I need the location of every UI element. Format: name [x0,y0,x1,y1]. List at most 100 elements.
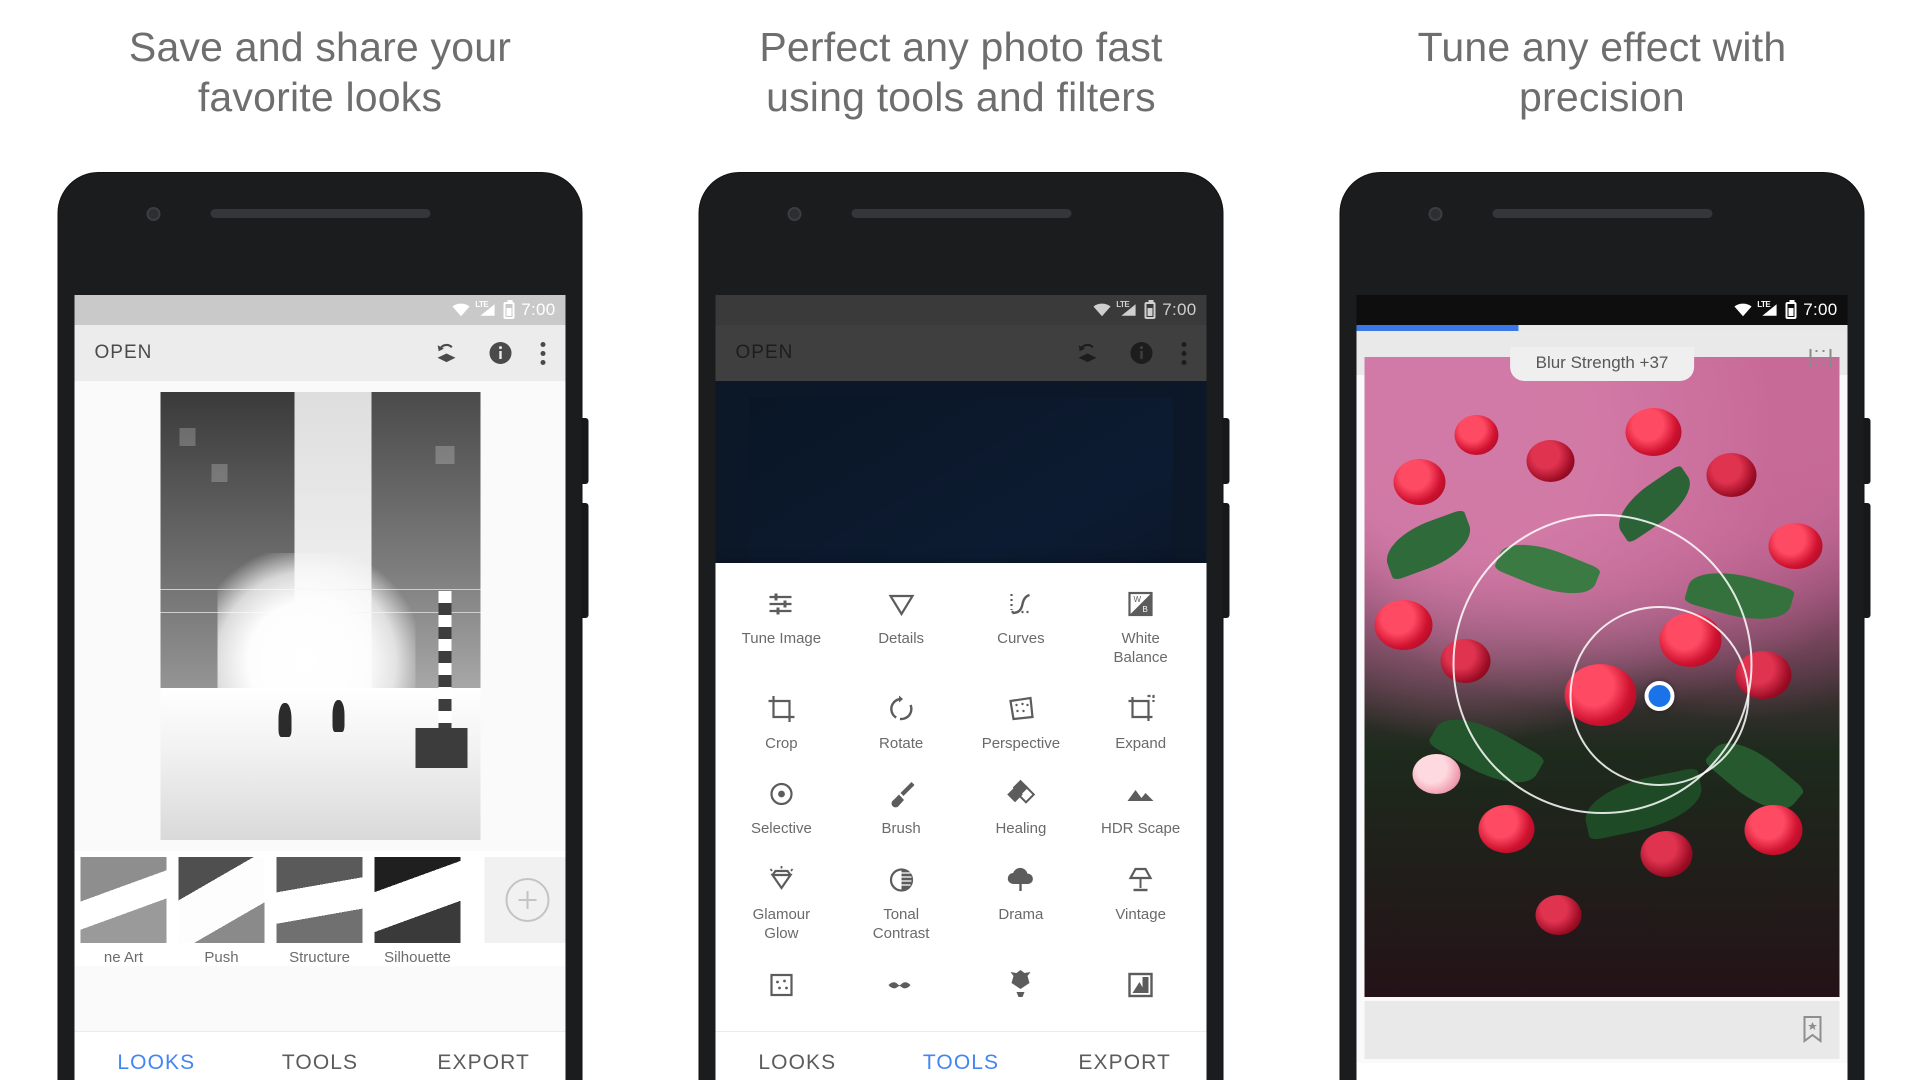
earpiece-speaker [851,209,1071,218]
tool-healing[interactable]: Healing [961,769,1081,849]
open-button[interactable]: OPEN [736,342,794,364]
signal-icon: LTE [1757,300,1778,317]
vintage-icon [1128,867,1153,892]
flower-bloom [1412,753,1460,794]
look-item[interactable]: Push [173,857,271,966]
look-label: ne Art [103,949,144,966]
app-bar-actions-1 [433,339,546,367]
earpiece-speaker [1492,209,1712,218]
look-item[interactable]: Silhouette [369,857,467,966]
power-button[interactable] [581,418,589,484]
tool-vintage[interactable]: Vintage [1081,855,1201,954]
white-balance-icon: W B [1128,591,1153,617]
volume-button[interactable] [581,503,589,618]
flower-bloom [1744,805,1803,855]
window-detail [179,427,196,446]
undo-stack-icon[interactable] [433,339,461,367]
app-bar-2: OPEN [715,325,1207,381]
tool-label: Tonal Contrast [872,906,930,942]
tool-grainy-film[interactable] [722,960,842,1021]
volume-button[interactable] [1863,503,1871,618]
overflow-menu-icon[interactable] [540,341,546,365]
photo-canvas-1[interactable] [74,381,566,851]
adjustment-value-label: Blur Strength +37 [1509,347,1695,381]
network-type-label: LTE [475,300,489,309]
grainy-film-icon [770,973,793,996]
look-item[interactable]: Structure [271,857,369,966]
status-bar-3: LTE 7:00 [1356,295,1848,325]
brush-icon [891,782,915,808]
tab-looks[interactable]: LOOKS [75,1051,239,1075]
svg-text:W: W [1134,595,1142,604]
power-button[interactable] [1222,418,1230,484]
tab-tools[interactable]: TOOLS [238,1051,402,1075]
look-item[interactable]: ne Art [75,857,173,966]
tonal-contrast-icon [889,868,913,892]
tool-expand[interactable]: Expand [1081,684,1201,764]
add-look-item[interactable] [479,857,566,949]
tool-tune-image[interactable]: Tune Image [722,579,842,678]
adjustment-strip [1364,1001,1840,1059]
add-look-button[interactable] [484,857,566,943]
tool-label: HDR Scape [1101,820,1181,838]
tool-crop[interactable]: Crop [722,684,842,764]
headline-3: Tune any effect with precision [1417,24,1787,121]
info-icon[interactable] [487,339,515,367]
looks-filmstrip[interactable]: ne Art Push Structure Silhouette [74,851,566,966]
panel-tools: Perfect any photo fast using tools and f… [641,0,1281,1080]
tool-rotate[interactable]: Rotate [841,684,961,764]
edited-photo-1 [160,392,480,840]
look-label: Push [204,949,239,966]
flower-bloom [1535,894,1582,935]
svg-text:B: B [1143,605,1148,614]
tool-glamour-glow[interactable]: Glamour Glow [722,855,842,954]
photo-canvas-3[interactable] [1364,357,1840,997]
retrolux-icon [888,981,911,988]
network-type-label: LTE [1116,300,1130,309]
look-thumbnail [80,857,167,943]
tool-tonal-contrast[interactable]: Tonal Contrast [841,855,961,954]
tool-details[interactable]: Details [841,579,961,678]
overflow-menu-icon[interactable] [1181,341,1187,365]
power-button[interactable] [1863,418,1871,484]
tool-curves[interactable]: Curves [961,579,1081,678]
control-point-handle[interactable] [1644,681,1674,712]
tool-drama[interactable]: Drama [961,855,1081,954]
volume-button[interactable] [1222,503,1230,618]
phone-bezel-top [700,173,1223,295]
battery-icon [1144,299,1156,319]
tool-white-balance[interactable]: W B White Balance [1081,579,1201,678]
phone-device-3: LTE 7:00 Blur Strength +37 [1340,173,1871,1080]
pedestrian-figure [332,700,345,733]
tab-looks[interactable]: LOOKS [716,1051,880,1075]
app-bar-1: OPEN [74,325,566,381]
window-detail [211,463,228,482]
tool-hdr-scape[interactable]: HDR Scape [1081,769,1201,849]
info-icon[interactable] [1128,339,1156,367]
panel-precision: Tune any effect with precision LTE 7:00 [1282,0,1922,1080]
details-icon [888,594,915,617]
tab-export[interactable]: EXPORT [1043,1051,1207,1075]
tab-tools[interactable]: TOOLS [879,1051,1043,1075]
look-thumbnail [374,857,461,943]
open-button[interactable]: OPEN [95,342,153,364]
tool-grunge[interactable] [961,960,1081,1021]
tool-perspective[interactable]: Perspective [961,684,1081,764]
panel-looks: Save and share your favorite looks LTE 7… [0,0,640,1080]
look-thumbnail [276,857,363,943]
tool-selective[interactable]: Selective [722,769,842,849]
undo-stack-icon[interactable] [1074,339,1102,367]
tool-frames[interactable] [1081,960,1201,1021]
wifi-icon [1734,303,1752,317]
status-bar-2: LTE 7:00 [715,295,1207,325]
bookmark-icon[interactable] [1802,1015,1824,1043]
compare-icon[interactable] [1808,347,1834,369]
status-clock-1: 7:00 [521,300,556,319]
tool-brush[interactable]: Brush [841,769,961,849]
tool-retrolux[interactable] [841,960,961,1021]
tab-export[interactable]: EXPORT [402,1051,566,1075]
look-label: Silhouette [384,949,451,966]
battery-icon [1785,299,1797,319]
tool-label: Drama [998,906,1044,923]
tool-label: Crop [765,734,798,752]
